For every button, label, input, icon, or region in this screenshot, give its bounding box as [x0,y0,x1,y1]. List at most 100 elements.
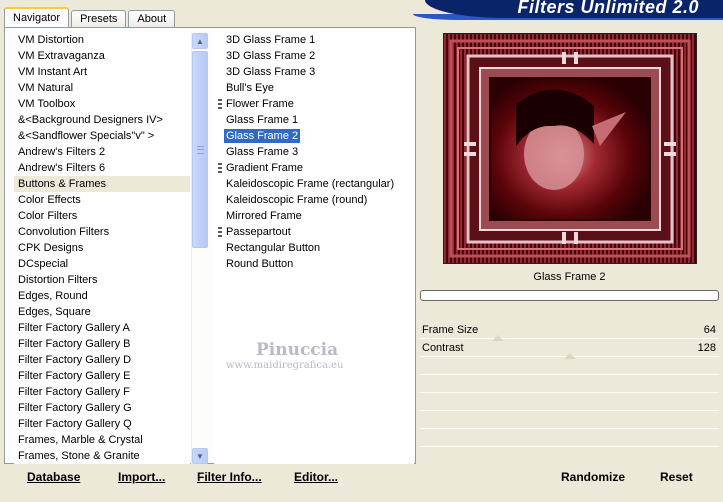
filter-item[interactable]: Flower Frame [214,96,414,112]
category-item[interactable]: Filter Factory Gallery E [14,368,190,384]
empty-param-slot [420,375,719,393]
empty-param-slot [420,393,719,411]
filter-item[interactable]: 3D Glass Frame 3 [214,64,414,80]
category-item[interactable]: Andrew's Filters 6 [14,160,190,176]
filter-item-label: Glass Frame 3 [226,146,299,158]
category-item[interactable]: Edges, Square [14,304,190,320]
empty-param-slot [420,411,719,429]
param-contrast[interactable]: Contrast 128 [420,339,719,359]
bottom-toolbar: Database Import... Filter Info... Editor… [0,464,723,502]
filter-item[interactable]: Kaleidoscopic Frame (round) [214,192,414,208]
filter-item[interactable]: Passepartout [214,224,414,240]
progress-bar [420,290,719,301]
filter-item[interactable]: 3D Glass Frame 2 [214,48,414,64]
filter-item-label: Mirrored Frame [226,210,302,222]
category-item[interactable]: VM Extravaganza [14,48,190,64]
tab-navigator[interactable]: Navigator [4,7,70,28]
category-scrollbar[interactable]: ▲ ▼ [191,33,208,464]
preview-image [443,33,697,264]
parameter-panel: Frame Size 64 Contrast 128 [420,321,719,461]
category-item[interactable]: Color Filters [14,208,190,224]
scroll-thumb[interactable] [192,51,208,248]
chevron-up-icon: ▲ [196,36,204,46]
category-item[interactable]: DCspecial [14,256,190,272]
database-label: Database [27,470,81,484]
filter-item-label: Kaleidoscopic Frame (rectangular) [226,178,395,190]
database-button[interactable]: Database [27,470,80,487]
filter-info-label: Filter Info... [197,470,262,484]
filter-item[interactable]: 3D Glass Frame 1 [214,32,414,48]
tab-about[interactable]: About [128,10,176,28]
category-item[interactable]: &<Background Designers IV> [14,112,190,128]
category-item[interactable]: Frames, Stone & Granite [14,448,190,464]
category-item[interactable]: Buttons & Frames [14,176,190,192]
category-item[interactable]: Distortion Filters [14,272,190,288]
scroll-down-button[interactable]: ▼ [192,448,208,464]
app-title: Filters Unlimited 2.0 [517,0,699,17]
param-frame-size[interactable]: Frame Size 64 [420,321,719,341]
title-banner: Filters Unlimited 2.0 [413,0,723,20]
chevron-down-icon: ▼ [196,451,204,461]
filter-item[interactable]: Glass Frame 1 [214,112,414,128]
category-item[interactable]: Filter Factory Gallery G [14,400,190,416]
category-item[interactable]: Filter Factory Gallery Q [14,416,190,432]
import-label: Import... [118,470,166,484]
category-item[interactable]: Convolution Filters [14,224,190,240]
category-item[interactable]: Edges, Round [14,288,190,304]
category-item[interactable]: VM Instant Art [14,64,190,80]
editor-label: Editor... [294,470,339,484]
filter-info-button[interactable]: Filter Info... [197,470,262,487]
filter-item-label: 3D Glass Frame 3 [226,66,316,78]
filter-item[interactable]: Gradient Frame [214,160,414,176]
empty-param-slot [420,357,719,375]
scroll-up-button[interactable]: ▲ [192,33,208,49]
filter-item-label: 3D Glass Frame 2 [226,50,316,62]
filter-item-label: 3D Glass Frame 1 [226,34,316,46]
empty-param-slot [420,429,719,447]
filter-item-label: Glass Frame 2 [224,129,301,143]
category-item[interactable]: Filter Factory Gallery D [14,352,190,368]
category-item[interactable]: &<Sandflower Specials"v" > [14,128,190,144]
param-label: Frame Size [422,324,479,336]
category-item[interactable]: CPK Designs [14,240,190,256]
preview-caption: Glass Frame 2 [533,271,606,283]
filter-item-label: Bull's Eye [226,82,274,94]
category-item[interactable]: Andrew's Filters 2 [14,144,190,160]
category-list[interactable]: VM Distortion VM Extravaganza VM Instant A… [14,32,190,464]
filter-item[interactable]: Mirrored Frame [214,208,414,224]
tab-presets[interactable]: Presets [71,10,127,28]
filter-item-label: Round Button [226,258,294,270]
category-item[interactable]: VM Distortion [14,32,190,48]
category-item[interactable]: Filter Factory Gallery A [14,320,190,336]
filter-item[interactable]: Glass Frame 3 [214,144,414,160]
category-item[interactable]: VM Toolbox [14,96,190,112]
grip-icon [197,146,204,154]
filter-item[interactable]: Round Button [214,256,414,272]
filter-item-label: Passepartout [226,226,291,238]
category-item[interactable]: Color Effects [14,192,190,208]
tab-bar: Navigator Presets About [4,6,177,28]
filter-item[interactable]: Bull's Eye [214,80,414,96]
filter-item[interactable]: Kaleidoscopic Frame (rectangular) [214,176,414,192]
randomize-button[interactable]: Randomize [561,470,625,487]
editor-button[interactable]: Editor... [294,470,338,487]
param-label: Contrast [422,342,464,354]
category-item[interactable]: Filter Factory Gallery B [14,336,190,352]
category-item[interactable]: Filter Factory Gallery F [14,384,190,400]
filter-item[interactable]: Glass Frame 2 [214,128,414,144]
param-value: 64 [703,324,716,336]
param-value: 128 [697,342,716,354]
filter-item-label: Gradient Frame [226,162,304,174]
preview-frame-graphic [444,34,696,263]
filter-item-label: Glass Frame 1 [226,114,299,126]
filter-item-label: Kaleidoscopic Frame (round) [226,194,368,206]
reset-button[interactable]: Reset [660,470,693,487]
filter-item[interactable]: Rectangular Button [214,240,414,256]
category-item[interactable]: VM Natural [14,80,190,96]
filter-list[interactable]: 3D Glass Frame 1 3D Glass Frame 2 3D Glass… [214,32,414,464]
import-button[interactable]: Import... [118,470,165,487]
filter-item-label: Rectangular Button [226,242,321,254]
slider-pointer[interactable] [564,353,576,359]
category-item[interactable]: Frames, Marble & Crystal [14,432,190,448]
filter-item-label: Flower Frame [226,98,294,110]
